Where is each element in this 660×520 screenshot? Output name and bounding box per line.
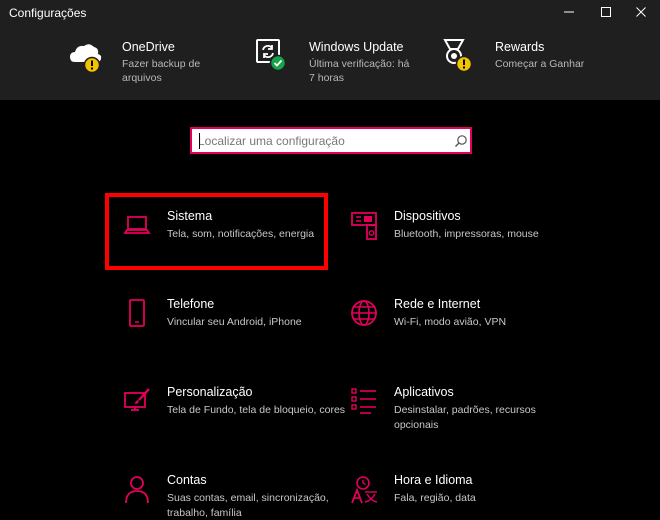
category-subtitle: Vincular seu Android, iPhone <box>167 316 302 328</box>
check-badge-icon <box>269 54 287 72</box>
category-rede-internet[interactable]: Rede e Internet Wi-Fi, modo avião, VPN <box>349 297 579 367</box>
category-subtitle: Wi-Fi, modo avião, VPN <box>394 316 507 328</box>
close-button[interactable] <box>625 0 657 24</box>
minimize-button[interactable] <box>553 0 585 24</box>
category-telefone[interactable]: Telefone Vincular seu Android, iPhone <box>122 297 352 367</box>
highlight-box <box>105 193 328 270</box>
category-title: Contas <box>167 473 207 487</box>
minimize-icon <box>564 11 574 13</box>
title-bar: Configurações <box>0 0 660 24</box>
category-aplicativos[interactable]: Aplicativos Desinstalar, padrões, recurs… <box>349 385 579 455</box>
window-title: Configurações <box>9 6 87 20</box>
globe-icon <box>351 300 377 326</box>
onedrive-cloud-icon <box>70 44 102 74</box>
close-icon <box>636 7 646 17</box>
category-subtitle: Fala, região, data <box>394 492 476 504</box>
apps-list-icon <box>351 388 376 414</box>
category-title: Aplicativos <box>394 385 454 399</box>
phone-icon <box>129 299 145 327</box>
rewards-medal-icon <box>443 39 473 73</box>
header-item-windows-update[interactable]: Windows Update Última verificação: há 7 … <box>255 38 415 88</box>
header-banner: OneDrive Fazer backup de arquivos Window… <box>0 24 660 100</box>
search-box[interactable] <box>190 127 472 154</box>
category-title: Dispositivos <box>394 209 461 223</box>
header-item-title: Rewards <box>495 40 545 54</box>
person-icon <box>125 476 149 504</box>
category-personalizacao[interactable]: Personalização Tela de Fundo, tela de bl… <box>122 385 352 455</box>
personalization-icon <box>124 388 150 411</box>
category-contas[interactable]: Contas Suas contas, email, sincronização… <box>122 473 352 520</box>
category-subtitle: Suas contas, email, sincronização, traba… <box>167 492 329 519</box>
category-hora-idioma[interactable]: Hora e Idioma Fala, região, data <box>349 473 579 520</box>
search-input[interactable] <box>198 132 448 150</box>
header-item-rewards[interactable]: Rewards Começar a Ganhar <box>441 38 601 88</box>
text-caret <box>199 133 200 149</box>
header-item-subtitle: Fazer backup de arquivos <box>122 58 201 84</box>
time-language-icon <box>351 476 378 504</box>
devices-icon <box>351 212 377 240</box>
header-item-subtitle: Última verificação: há 7 horas <box>309 58 410 84</box>
windows-update-icon <box>256 39 287 72</box>
header-item-title: Windows Update <box>309 40 404 54</box>
category-title: Telefone <box>167 297 215 311</box>
category-title: Personalização <box>167 385 253 399</box>
category-title: Rede e Internet <box>394 297 481 311</box>
header-item-onedrive[interactable]: OneDrive Fazer backup de arquivos <box>68 38 218 88</box>
header-item-subtitle: Começar a Ganhar <box>495 58 585 70</box>
category-subtitle: Bluetooth, impressoras, mouse <box>394 228 539 240</box>
category-subtitle: Tela de Fundo, tela de bloqueio, cores <box>167 404 346 416</box>
category-title: Hora e Idioma <box>394 473 473 487</box>
category-dispositivos[interactable]: Dispositivos Bluetooth, impressoras, mou… <box>349 209 579 279</box>
header-item-title: OneDrive <box>122 40 175 54</box>
maximize-icon <box>601 7 611 17</box>
maximize-button[interactable] <box>590 0 622 24</box>
search-icon[interactable] <box>454 134 468 148</box>
category-subtitle: Desinstalar, padrões, recursos opcionais <box>394 404 536 431</box>
